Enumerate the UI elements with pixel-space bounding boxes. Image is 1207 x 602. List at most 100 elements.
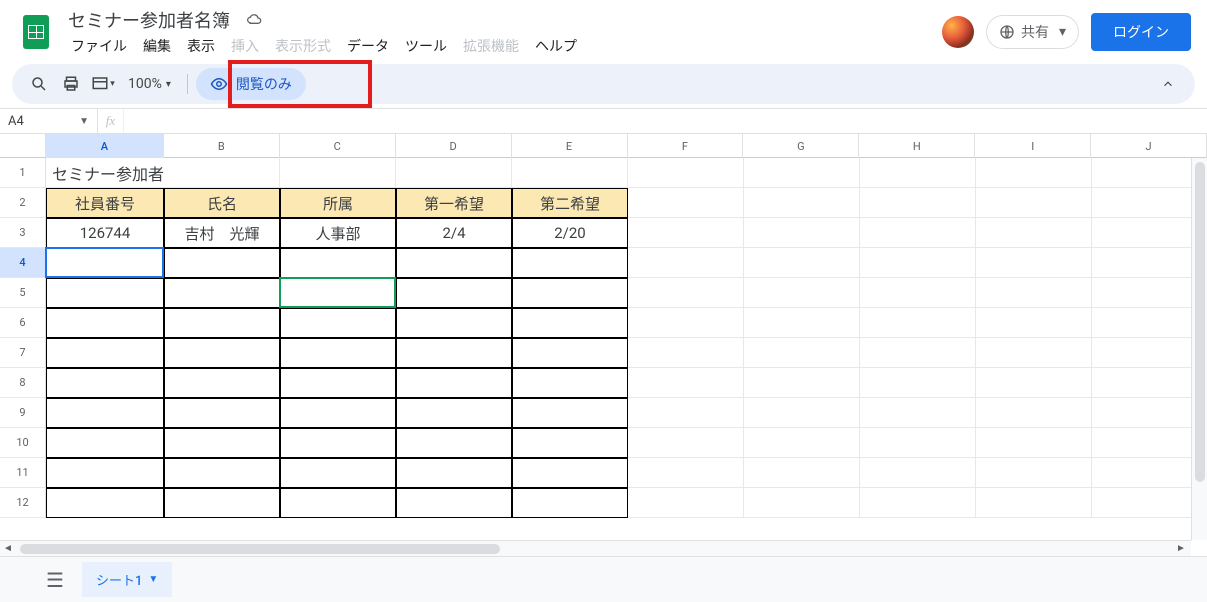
cell-F4[interactable] — [628, 248, 744, 278]
cell-E5[interactable] — [512, 278, 628, 308]
row-header-9[interactable]: 9 — [0, 398, 46, 428]
cell-D9[interactable] — [396, 398, 512, 428]
row-header-5[interactable]: 5 — [0, 278, 46, 308]
cell-I5[interactable] — [976, 278, 1092, 308]
cell-I3[interactable] — [976, 218, 1092, 248]
cell-I4[interactable] — [976, 248, 1092, 278]
cell-G6[interactable] — [744, 308, 860, 338]
cell-E6[interactable] — [512, 308, 628, 338]
cell-C1[interactable] — [280, 158, 396, 188]
cell-A2[interactable]: 社員番号 — [46, 188, 164, 218]
cell-D11[interactable] — [396, 458, 512, 488]
cell-D3[interactable]: 2/4 — [396, 218, 512, 248]
menu-view[interactable]: 表示 — [180, 34, 222, 58]
sheet-tab[interactable]: シート1▼ — [82, 562, 172, 597]
cell-J9[interactable] — [1092, 398, 1207, 428]
row-header-12[interactable]: 12 — [0, 488, 46, 518]
cell-D8[interactable] — [396, 368, 512, 398]
cell-B11[interactable] — [164, 458, 280, 488]
view-only-chip[interactable]: 閲覧のみ — [196, 68, 306, 100]
cell-C3[interactable]: 人事部 — [280, 218, 396, 248]
all-sheets-icon[interactable]: ☰ — [40, 565, 70, 595]
cell-D2[interactable]: 第一希望 — [396, 188, 512, 218]
cell-A1[interactable]: セミナー参加者 — [46, 158, 280, 188]
row-header-2[interactable]: 2 — [0, 188, 46, 218]
cell-E12[interactable] — [512, 488, 628, 518]
cell-E7[interactable] — [512, 338, 628, 368]
cell-B10[interactable] — [164, 428, 280, 458]
cell-J12[interactable] — [1092, 488, 1207, 518]
cell-D10[interactable] — [396, 428, 512, 458]
cell-I2[interactable] — [976, 188, 1092, 218]
cell-A3[interactable]: 126744 — [46, 218, 164, 248]
vertical-scrollbar[interactable] — [1191, 134, 1207, 540]
cell-C6[interactable] — [280, 308, 396, 338]
cell-E1[interactable] — [512, 158, 628, 188]
cell-J4[interactable] — [1092, 248, 1207, 278]
col-header-B[interactable]: B — [164, 134, 280, 158]
cell-D7[interactable] — [396, 338, 512, 368]
cell-E9[interactable] — [512, 398, 628, 428]
doc-title[interactable]: セミナー参加者名簿 — [64, 7, 234, 33]
cell-E11[interactable] — [512, 458, 628, 488]
cell-C11[interactable] — [280, 458, 396, 488]
cloud-icon[interactable] — [244, 12, 264, 28]
col-header-G[interactable]: G — [743, 134, 859, 158]
row-header-4[interactable]: 4 — [0, 248, 46, 278]
search-icon[interactable] — [24, 69, 54, 99]
cell-B6[interactable] — [164, 308, 280, 338]
cell-G1[interactable] — [744, 158, 860, 188]
formula-bar[interactable] — [124, 109, 1207, 133]
cell-G2[interactable] — [744, 188, 860, 218]
sheets-logo[interactable] — [16, 12, 56, 52]
cell-A9[interactable] — [46, 398, 164, 428]
cell-F6[interactable] — [628, 308, 744, 338]
cell-B3[interactable]: 吉村 光輝 — [164, 218, 280, 248]
cell-H5[interactable] — [860, 278, 976, 308]
cell-B8[interactable] — [164, 368, 280, 398]
cell-G9[interactable] — [744, 398, 860, 428]
cells-area[interactable]: セミナー参加者社員番号氏名所属第一希望第二希望126744吉村 光輝人事部2/4… — [46, 158, 1207, 554]
cell-J10[interactable] — [1092, 428, 1207, 458]
cell-J8[interactable] — [1092, 368, 1207, 398]
menu-file[interactable]: ファイル — [64, 34, 134, 58]
cell-D6[interactable] — [396, 308, 512, 338]
cell-F5[interactable] — [628, 278, 744, 308]
cell-F10[interactable] — [628, 428, 744, 458]
cell-G12[interactable] — [744, 488, 860, 518]
cell-I8[interactable] — [976, 368, 1092, 398]
login-button[interactable]: ログイン — [1091, 13, 1191, 51]
cell-D12[interactable] — [396, 488, 512, 518]
cell-E10[interactable] — [512, 428, 628, 458]
cell-H4[interactable] — [860, 248, 976, 278]
col-header-C[interactable]: C — [280, 134, 396, 158]
cell-F11[interactable] — [628, 458, 744, 488]
row-header-10[interactable]: 10 — [0, 428, 46, 458]
cell-A4[interactable] — [46, 248, 164, 278]
menu-help[interactable]: ヘルプ — [528, 34, 584, 58]
col-header-A[interactable]: A — [46, 134, 164, 158]
cell-G7[interactable] — [744, 338, 860, 368]
cell-J1[interactable] — [1092, 158, 1207, 188]
row-header-7[interactable]: 7 — [0, 338, 46, 368]
col-header-J[interactable]: J — [1091, 134, 1207, 158]
cell-G5[interactable] — [744, 278, 860, 308]
row-header-1[interactable]: 1 — [0, 158, 46, 188]
cell-B2[interactable]: 氏名 — [164, 188, 280, 218]
cell-F9[interactable] — [628, 398, 744, 428]
cell-J7[interactable] — [1092, 338, 1207, 368]
cell-F7[interactable] — [628, 338, 744, 368]
menu-data[interactable]: データ — [340, 34, 396, 58]
cell-G8[interactable] — [744, 368, 860, 398]
cell-H9[interactable] — [860, 398, 976, 428]
cell-G3[interactable] — [744, 218, 860, 248]
cell-I6[interactable] — [976, 308, 1092, 338]
cell-E4[interactable] — [512, 248, 628, 278]
row-header-3[interactable]: 3 — [0, 218, 46, 248]
share-button[interactable]: 共有 ▾ — [986, 15, 1079, 49]
cell-A7[interactable] — [46, 338, 164, 368]
cell-A6[interactable] — [46, 308, 164, 338]
cell-H12[interactable] — [860, 488, 976, 518]
collapse-toolbar-icon[interactable] — [1153, 69, 1183, 99]
cell-D5[interactable] — [396, 278, 512, 308]
